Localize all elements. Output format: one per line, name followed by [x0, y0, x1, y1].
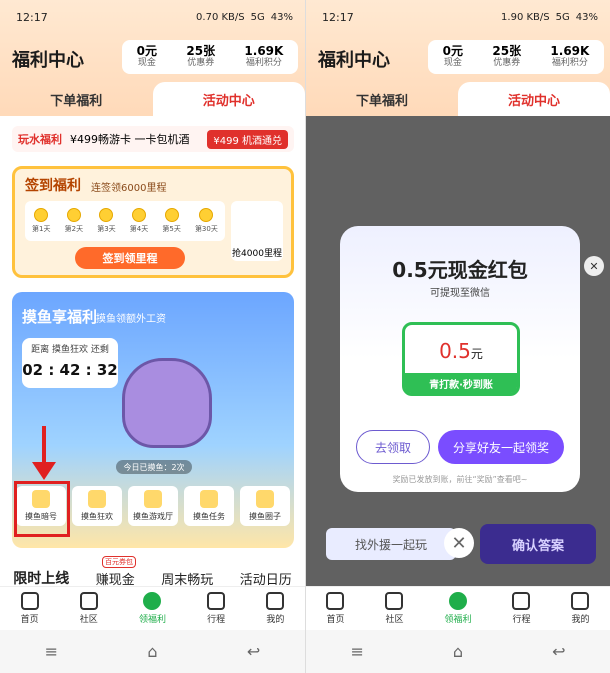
countdown: 距离 摸鱼狂欢 还剩 02 : 42 : 32 — [22, 338, 118, 388]
status-time: 12:17 — [322, 10, 354, 24]
subtab-item[interactable]: 活动日历 — [240, 569, 292, 588]
day-item: 第1天 — [32, 208, 51, 234]
fish-circle-button[interactable]: 摸鱼圈子 — [240, 486, 290, 526]
bottom-nav: 首页 社区 领福利 行程 我的 — [306, 586, 610, 630]
modal-note: 奖励已发放到账，前往“奖励”查看吧~ — [392, 475, 528, 484]
sign-subtitle: 连签领6000里程 — [91, 183, 167, 194]
home-icon — [326, 592, 345, 610]
network-type: 5G — [250, 11, 265, 23]
page-title: 福利中心 — [12, 50, 84, 71]
nav-trips[interactable]: 行程 — [207, 592, 225, 625]
find-help-button: 找外援一起玩 — [326, 528, 456, 560]
game-icon — [144, 490, 162, 508]
subtab-item[interactable]: 周末畅玩 — [161, 569, 213, 588]
day-item: 第3天 — [97, 208, 116, 234]
crab-illustration — [122, 358, 212, 448]
fish-task-button[interactable]: 摸鱼任务 — [184, 486, 234, 526]
nav-benefits[interactable]: 领福利 — [444, 592, 472, 625]
money-card: 0.5元 青打款·秒到账 — [402, 322, 520, 396]
wallet-cash[interactable]: 0元 现金 — [137, 45, 157, 69]
calendar-icon — [207, 592, 226, 610]
gift-4000[interactable]: 抢4000里程 — [231, 201, 283, 261]
nav-trips[interactable]: 行程 — [512, 592, 531, 625]
yen-icon — [448, 592, 467, 610]
status-bar: 12:17 0.70 KB/S 5G 43% — [0, 0, 305, 34]
menu-icon[interactable]: ≡ — [45, 642, 58, 661]
home-icon — [20, 592, 39, 610]
nav-mine[interactable]: 我的 — [571, 592, 590, 625]
network-speed: 0.70 KB/S — [196, 11, 245, 23]
subtab-item[interactable]: 赚现金 — [96, 569, 135, 588]
yen-icon — [143, 592, 162, 610]
share-button[interactable]: 分享好友一起领奖 — [438, 430, 564, 464]
promo-banner[interactable]: 玩水福利 ¥499畅游卡 一卡包机酒 ¥499 机酒通兑 — [12, 126, 294, 152]
sign-title: 签到福利 — [25, 178, 81, 194]
chat-icon — [256, 490, 274, 508]
day-item: 第30天 — [195, 208, 218, 234]
wechat-pay-strip: 青打款·秒到账 — [405, 373, 517, 393]
tab-activity-center[interactable]: 活动中心 — [152, 82, 305, 116]
nav-community[interactable]: 社区 — [385, 592, 404, 625]
menu-icon[interactable]: ≡ — [351, 642, 364, 661]
nav-benefits[interactable]: 领福利 — [139, 592, 166, 625]
wallet-points[interactable]: 1.69K 福利积分 — [244, 45, 283, 69]
tab-activity-center[interactable]: 活动中心 — [458, 82, 610, 116]
home-sys-icon[interactable]: ⌂ — [453, 642, 463, 661]
fish-subtitle: 摸鱼领额外工资 — [96, 314, 166, 325]
user-icon — [266, 592, 285, 610]
face-icon — [88, 490, 106, 508]
subtab-item[interactable]: 限时上线 — [13, 568, 69, 588]
tab-order-benefits[interactable]: 下单福利 — [0, 82, 153, 116]
wallet-summary[interactable]: 0元 现金 25张 优惠券 1.69K 福利积分 — [428, 40, 604, 74]
back-icon[interactable]: ↩ — [247, 642, 260, 661]
nav-home[interactable]: 首页 — [326, 592, 345, 625]
calendar-icon — [512, 592, 531, 610]
highlight-box — [14, 481, 70, 537]
day-item: 第2天 — [65, 208, 83, 234]
bottom-nav: 首页 社区 领福利 行程 我的 — [0, 586, 305, 630]
day-item: 第4天 — [130, 208, 148, 234]
system-nav: ≡ ⌂ ↩ — [306, 630, 610, 673]
community-icon — [79, 592, 98, 610]
system-nav: ≡ ⌂ ↩ — [0, 630, 305, 673]
cash-red-packet-modal: 0.5元现金红包 可提现至微信 0.5元 青打款·秒到账 去领取 分享好友一起领… — [340, 226, 580, 492]
nav-mine[interactable]: 我的 — [266, 592, 284, 625]
fish-title: 摸鱼享福利 — [22, 308, 98, 326]
modal-title: 0.5元现金红包 — [392, 258, 528, 282]
status-time: 12:17 — [16, 10, 48, 24]
community-icon — [385, 592, 404, 610]
page-title: 福利中心 — [318, 50, 390, 71]
task-icon — [200, 490, 218, 508]
tab-order-benefits[interactable]: 下单福利 — [306, 82, 458, 116]
user-icon — [571, 592, 590, 610]
sign-days: 第1天 第2天 第3天 第4天 第5天 第30天 — [25, 201, 225, 241]
day-item: 第5天 — [162, 208, 181, 234]
sign-in-card: 签到福利 连签领6000里程 第1天 第2天 第3天 第4天 第5天 第30天 … — [12, 166, 294, 278]
home-sys-icon[interactable]: ⌂ — [147, 642, 157, 661]
red-arrow-icon — [32, 426, 56, 480]
wallet-summary[interactable]: 0元 现金 25张 优惠券 1.69K 福利积分 — [122, 40, 298, 74]
modal-subtitle: 可提现至微信 — [430, 288, 490, 299]
wallet-coupons[interactable]: 25张 优惠券 — [186, 45, 215, 69]
right-screen: 12:17 1.90 KB/S 5G 43% 福利中心 0元 现金 25张 优惠券 1.… — [305, 0, 610, 673]
left-screen: 12:17 0.70 KB/S 5G 43% 福利中心 0元 现金 25张 优惠券 1.… — [0, 0, 305, 673]
today-count: 今日已摸鱼：2次 — [116, 460, 192, 474]
fish-game-button[interactable]: 摸鱼游戏厅 — [128, 486, 178, 526]
fish-carnival-button[interactable]: 摸鱼狂欢 — [72, 486, 122, 526]
sign-in-button[interactable]: 签到领里程 — [75, 247, 185, 269]
claim-button[interactable]: 去领取 — [356, 430, 430, 464]
confirm-answer-button: 确认答案 — [480, 524, 596, 564]
nav-home[interactable]: 首页 — [20, 592, 39, 625]
status-bar: 12:17 1.90 KB/S 5G 43% — [322, 10, 598, 24]
back-icon[interactable]: ↩ — [552, 642, 565, 661]
close-modal-icon[interactable]: ✕ — [444, 528, 474, 558]
nav-community[interactable]: 社区 — [79, 592, 98, 625]
battery-level: 43% — [270, 11, 293, 23]
close-small-icon[interactable]: ✕ — [584, 256, 604, 276]
